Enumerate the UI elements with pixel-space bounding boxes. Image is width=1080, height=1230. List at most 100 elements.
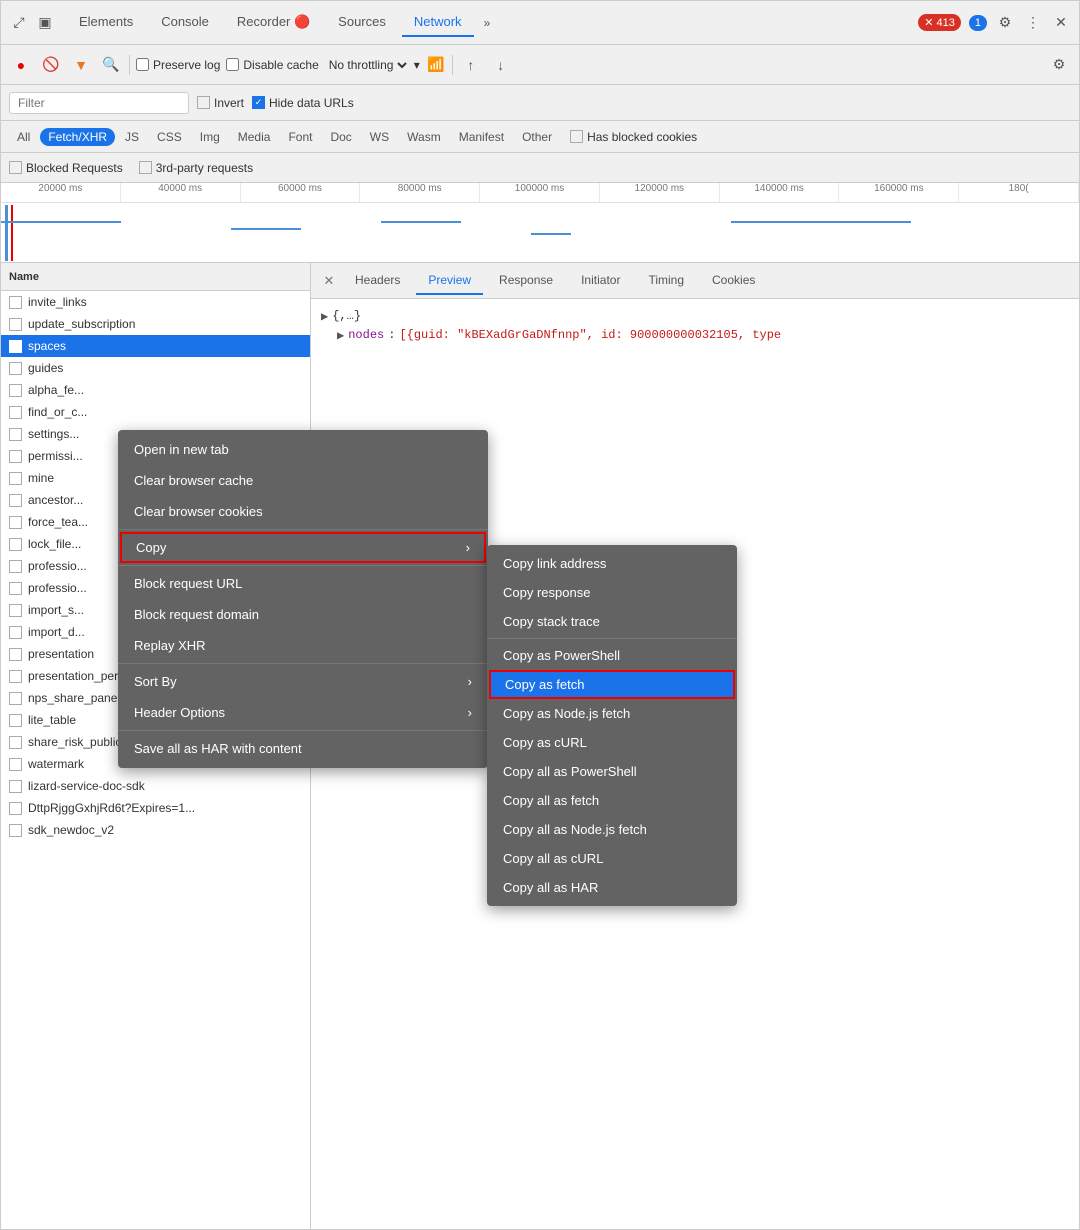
item-checkbox[interactable] [9, 582, 22, 595]
tab-sources[interactable]: Sources [326, 8, 398, 37]
search-button[interactable]: 🔍 [99, 53, 123, 77]
stop-button[interactable]: 🚫 [39, 53, 63, 77]
preserve-log-checkbox[interactable] [136, 58, 149, 71]
json-expand-nodes[interactable]: ▶ [337, 328, 344, 343]
third-party-checkbox[interactable] [139, 161, 152, 174]
more-tabs-button[interactable]: » [478, 12, 497, 34]
ctx-block-url[interactable]: Block request URL [118, 568, 488, 599]
disable-cache-checkbox[interactable] [226, 58, 239, 71]
type-btn-font[interactable]: Font [280, 128, 320, 146]
type-btn-manifest[interactable]: Manifest [451, 128, 512, 146]
network-item-update-subscription[interactable]: update_subscription [1, 313, 310, 335]
tab-headers[interactable]: Headers [343, 267, 412, 295]
tab-network[interactable]: Network [402, 8, 474, 37]
type-btn-js[interactable]: JS [117, 128, 147, 146]
type-btn-doc[interactable]: Doc [322, 128, 359, 146]
item-checkbox[interactable] [9, 626, 22, 639]
tab-response[interactable]: Response [487, 267, 565, 295]
record-button[interactable]: ● [9, 53, 33, 77]
item-checkbox[interactable] [9, 362, 22, 375]
tab-initiator[interactable]: Initiator [569, 267, 632, 295]
type-btn-img[interactable]: Img [192, 128, 228, 146]
item-checkbox[interactable] [9, 450, 22, 463]
item-checkbox[interactable] [9, 648, 22, 661]
type-btn-fetchxhr[interactable]: Fetch/XHR [40, 128, 115, 146]
type-btn-wasm[interactable]: Wasm [399, 128, 449, 146]
item-checkbox[interactable] [9, 802, 22, 815]
gear-icon[interactable]: ⚙ [995, 13, 1015, 33]
submenu-copy-all-curl[interactable]: Copy all as cURL [487, 844, 737, 873]
ctx-block-domain[interactable]: Block request domain [118, 599, 488, 630]
device-icon[interactable]: ▣ [35, 13, 55, 33]
preserve-log-label[interactable]: Preserve log [136, 58, 220, 72]
network-item-lizard-sdk[interactable]: lizard-service-doc-sdk [1, 775, 310, 797]
network-item-alpha-fe[interactable]: alpha_fe... [1, 379, 310, 401]
ctx-sort-by[interactable]: Sort By › [118, 666, 488, 697]
filter-input[interactable] [9, 92, 189, 114]
ctx-copy[interactable]: Copy › [120, 532, 486, 563]
type-btn-media[interactable]: Media [230, 128, 279, 146]
ctx-clear-cache[interactable]: Clear browser cache [118, 465, 488, 496]
submenu-copy-curl[interactable]: Copy as cURL [487, 728, 737, 757]
network-item-invite-links[interactable]: invite_links [1, 291, 310, 313]
ctx-replay-xhr[interactable]: Replay XHR [118, 630, 488, 661]
disable-cache-label[interactable]: Disable cache [226, 58, 318, 72]
tab-cookies[interactable]: Cookies [700, 267, 767, 295]
item-checkbox[interactable] [9, 318, 22, 331]
type-btn-all[interactable]: All [9, 128, 38, 146]
hide-data-urls-checkbox[interactable]: ✓ [252, 96, 265, 109]
ctx-header-options[interactable]: Header Options › [118, 697, 488, 728]
upload-button[interactable]: ↑ [459, 53, 483, 77]
type-btn-ws[interactable]: WS [362, 128, 397, 146]
detail-close-button[interactable]: ✕ [319, 271, 339, 291]
ctx-open-new-tab[interactable]: Open in new tab [118, 434, 488, 465]
ctx-clear-cookies[interactable]: Clear browser cookies [118, 496, 488, 527]
submenu-copy-powershell[interactable]: Copy as PowerShell [487, 641, 737, 670]
item-checkbox[interactable] [9, 604, 22, 617]
network-item-sdk-newdoc[interactable]: sdk_newdoc_v2 [1, 819, 310, 841]
item-checkbox[interactable] [9, 714, 22, 727]
item-checkbox[interactable] [9, 494, 22, 507]
submenu-copy-link[interactable]: Copy link address [487, 549, 737, 578]
submenu-copy-nodejs-fetch[interactable]: Copy as Node.js fetch [487, 699, 737, 728]
item-checkbox[interactable] [9, 472, 22, 485]
item-checkbox[interactable] [9, 384, 22, 397]
submenu-copy-all-powershell[interactable]: Copy all as PowerShell [487, 757, 737, 786]
tab-recorder[interactable]: Recorder 🔴 [225, 8, 322, 38]
timeline-area[interactable] [1, 203, 1079, 263]
item-checkbox[interactable] [9, 758, 22, 771]
has-blocked-cookies-label[interactable]: Has blocked cookies [570, 130, 697, 144]
submenu-copy-all-fetch[interactable]: Copy all as fetch [487, 786, 737, 815]
throttle-select[interactable]: No throttling [325, 57, 410, 73]
tab-timing[interactable]: Timing [636, 267, 696, 295]
submenu-copy-all-nodejs[interactable]: Copy all as Node.js fetch [487, 815, 737, 844]
submenu-copy-stack[interactable]: Copy stack trace [487, 607, 737, 636]
item-checkbox[interactable] [9, 516, 22, 529]
json-expand-root[interactable]: ▶ [321, 309, 328, 324]
ctx-save-har[interactable]: Save all as HAR with content [118, 733, 488, 764]
submenu-copy-response[interactable]: Copy response [487, 578, 737, 607]
invert-label[interactable]: Invert [197, 96, 244, 110]
network-item-guides[interactable]: guides [1, 357, 310, 379]
submenu-copy-fetch[interactable]: Copy as fetch [489, 670, 735, 699]
invert-checkbox[interactable] [197, 96, 210, 109]
hide-data-urls-label[interactable]: ✓ Hide data URLs [252, 96, 354, 110]
item-checkbox[interactable] [9, 340, 22, 353]
item-checkbox[interactable] [9, 692, 22, 705]
cursor-icon[interactable]: ⤢ [9, 13, 29, 33]
item-checkbox[interactable] [9, 428, 22, 441]
blocked-requests-checkbox[interactable] [9, 161, 22, 174]
type-btn-css[interactable]: CSS [149, 128, 190, 146]
blocked-requests-label[interactable]: Blocked Requests [9, 161, 123, 175]
more-menu-icon[interactable]: ⋮ [1023, 13, 1043, 33]
item-checkbox[interactable] [9, 670, 22, 683]
network-item-find-or[interactable]: find_or_c... [1, 401, 310, 423]
tab-preview[interactable]: Preview [416, 267, 483, 295]
download-button[interactable]: ↓ [489, 53, 513, 77]
wifi-icon[interactable]: 📶 [426, 55, 446, 75]
network-item-dttp[interactable]: DttpRjggGxhjRd6t?Expires=1... [1, 797, 310, 819]
item-checkbox[interactable] [9, 538, 22, 551]
item-checkbox[interactable] [9, 736, 22, 749]
network-item-spaces[interactable]: spaces [1, 335, 310, 357]
item-checkbox[interactable] [9, 296, 22, 309]
